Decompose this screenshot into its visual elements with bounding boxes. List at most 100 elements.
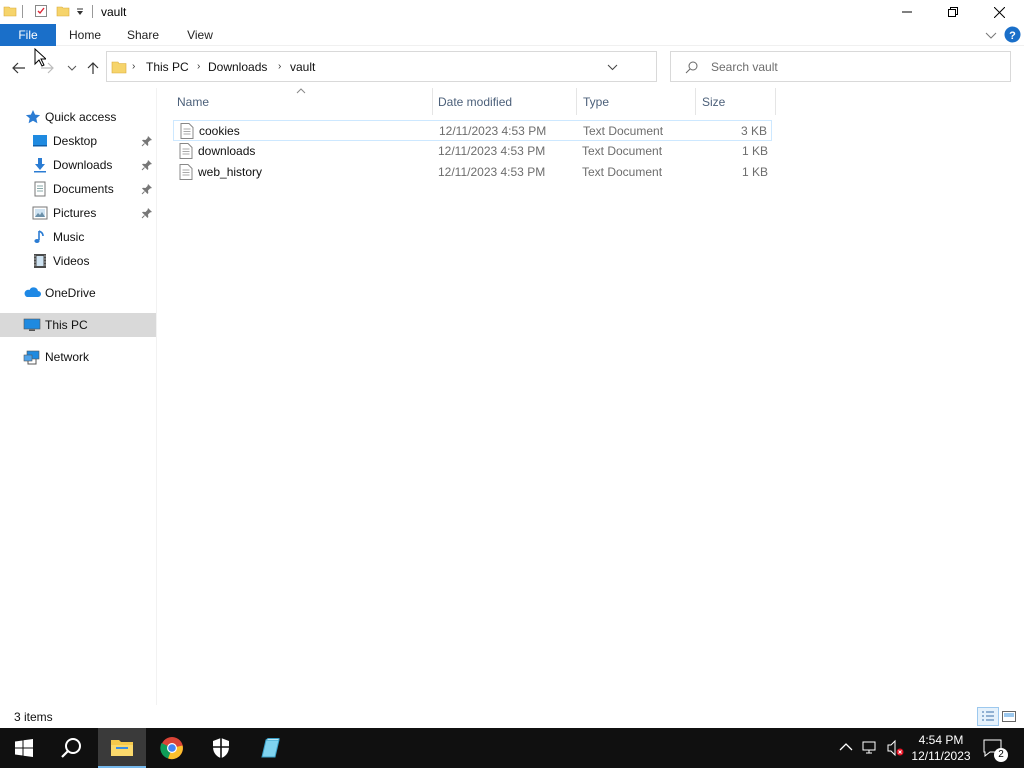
file-type: Text Document [583, 124, 664, 138]
cloud-icon [23, 285, 41, 301]
tab-view[interactable]: View [179, 24, 221, 46]
separator [92, 5, 93, 18]
notification-badge: 2 [994, 748, 1008, 762]
file-name: web_history [198, 165, 263, 179]
back-arrow-icon[interactable] [10, 59, 28, 77]
folder-icon [3, 4, 17, 18]
start-button[interactable] [0, 728, 48, 768]
file-size: 1 KB [741, 165, 768, 179]
column-divider[interactable] [695, 88, 696, 115]
table-row[interactable]: cookies 12/11/2023 4:53 PM Text Document… [173, 120, 772, 141]
sidebar-item-documents[interactable]: Documents [0, 177, 156, 201]
up-arrow-icon[interactable] [84, 59, 102, 77]
address-bar[interactable]: › This PC › Downloads › vault [106, 51, 755, 82]
sidebar-item-label: Desktop [53, 134, 98, 148]
help-icon[interactable]: ? [1004, 26, 1021, 43]
text-file-icon [179, 143, 193, 159]
column-type[interactable]: Type [583, 95, 609, 109]
table-row[interactable]: downloads 12/11/2023 4:53 PM Text Docume… [173, 141, 772, 162]
pin-icon[interactable] [141, 135, 153, 147]
column-divider[interactable] [775, 88, 776, 115]
table-row[interactable]: web_history 12/11/2023 4:53 PM Text Docu… [173, 162, 772, 183]
sidebar-item-label: Network [45, 350, 90, 364]
file-name: cookies [199, 124, 240, 138]
tab-home[interactable]: Home [64, 24, 106, 46]
sidebar-item-label: Music [53, 230, 85, 244]
sidebar-item-label: Pictures [53, 206, 97, 220]
sidebar-item-network[interactable]: Network [0, 345, 156, 369]
large-icons-view-button[interactable] [1001, 709, 1017, 724]
column-header: Name Date modified Type Size [170, 88, 776, 115]
minimize-button[interactable] [884, 0, 930, 24]
breadcrumb-vault[interactable]: vault [290, 60, 315, 74]
sidebar-item-downloads[interactable]: Downloads [0, 153, 156, 177]
tab-file[interactable]: File [0, 24, 56, 46]
clock-time: 4:54 PM [918, 733, 964, 747]
file-explorer-icon [110, 737, 134, 757]
music-note-icon [32, 229, 48, 245]
show-hidden-icons-chevron-icon[interactable] [839, 742, 853, 752]
column-divider[interactable] [576, 88, 577, 115]
new-folder-icon[interactable] [56, 4, 70, 18]
ribbon-tabs: File Home Share View ? [0, 24, 1024, 46]
recent-locations-chevron-icon[interactable] [63, 59, 81, 77]
pin-icon[interactable] [141, 207, 153, 219]
close-button[interactable] [976, 0, 1022, 24]
computer-icon [23, 317, 41, 333]
sidebar-item-desktop[interactable]: Desktop [0, 129, 156, 153]
text-file-icon [180, 123, 194, 139]
search-taskbar-button[interactable] [48, 728, 96, 768]
sidebar-item-onedrive[interactable]: OneDrive [0, 281, 156, 305]
search-box[interactable]: Search vault [670, 51, 1011, 82]
shield-icon [211, 737, 231, 759]
file-size: 3 KB [740, 124, 767, 138]
details-view-button[interactable] [977, 707, 999, 726]
security-taskbar-button[interactable] [197, 728, 245, 768]
network-status-icon[interactable] [862, 739, 880, 757]
pin-icon[interactable] [141, 159, 153, 171]
breadcrumb-separator-icon[interactable]: › [278, 61, 281, 72]
column-date-modified[interactable]: Date modified [438, 95, 512, 109]
restore-button[interactable] [930, 0, 976, 24]
pin-icon[interactable] [141, 183, 153, 195]
mouse-cursor-icon [34, 48, 46, 67]
volume-muted-icon[interactable] [886, 739, 904, 757]
file-explorer-taskbar-button[interactable] [98, 728, 146, 768]
expand-ribbon-icon[interactable] [985, 30, 997, 40]
address-history-chevron-icon[interactable] [607, 63, 618, 71]
network-icon [23, 349, 40, 365]
sidebar-item-this-pc[interactable]: This PC [0, 313, 156, 337]
documents-icon [32, 181, 48, 197]
status-bar: 3 items [0, 705, 1024, 728]
sidebar-item-videos[interactable]: Videos [0, 249, 156, 273]
chrome-icon [160, 736, 184, 760]
film-icon [32, 253, 48, 269]
properties-icon[interactable] [34, 4, 48, 18]
sidebar-item-pictures[interactable]: Pictures [0, 201, 156, 225]
file-name: downloads [198, 144, 256, 158]
breadcrumb-this-pc[interactable]: This PC [146, 60, 189, 74]
chrome-taskbar-button[interactable] [148, 728, 196, 768]
tab-share[interactable]: Share [122, 24, 164, 46]
download-arrow-icon [32, 157, 48, 173]
sidebar-item-label: OneDrive [45, 286, 96, 300]
notepad-taskbar-button[interactable] [246, 728, 294, 768]
breadcrumb-downloads[interactable]: Downloads [208, 60, 267, 74]
window-title: vault [101, 5, 127, 19]
sidebar-item-label: Documents [53, 182, 114, 196]
separator [22, 5, 23, 18]
column-size[interactable]: Size [702, 95, 725, 109]
sidebar-item-music[interactable]: Music [0, 225, 156, 249]
column-name[interactable]: Name [177, 95, 209, 109]
breadcrumb-separator-icon[interactable]: › [197, 61, 200, 72]
file-date: 12/11/2023 4:53 PM [438, 165, 546, 179]
customize-toolbar-icon[interactable] [75, 7, 85, 17]
sidebar-item-quick-access[interactable]: Quick access [0, 105, 156, 129]
column-divider[interactable] [432, 88, 433, 115]
svg-text:?: ? [1009, 30, 1016, 42]
breadcrumb-separator-icon[interactable]: › [132, 61, 135, 72]
clock[interactable]: 4:54 PM 12/11/2023 [904, 732, 978, 764]
clock-date: 12/11/2023 [911, 749, 971, 763]
sidebar-item-label: Downloads [53, 158, 113, 172]
file-date: 12/11/2023 4:53 PM [439, 124, 547, 138]
